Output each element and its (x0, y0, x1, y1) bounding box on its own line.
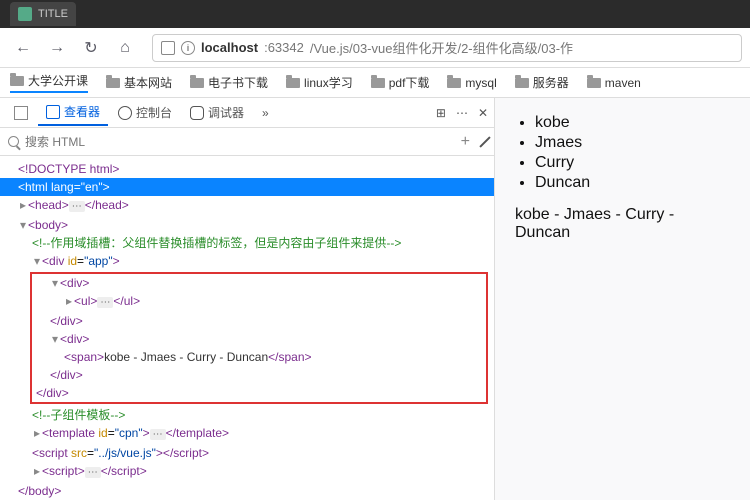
html-search-input[interactable] (25, 135, 451, 149)
element-picker-button[interactable] (6, 102, 36, 124)
dom-node[interactable]: </div> (32, 366, 486, 384)
bookmark-item[interactable]: pdf下载 (371, 74, 430, 91)
close-devtools-button[interactable]: ✕ (478, 106, 488, 120)
browser-navbar: ← → ↻ ⌂ i localhost :63342/Vue.js/03-vue组… (0, 28, 750, 68)
url-port: :63342 (264, 40, 304, 55)
list-item: Jmaes (535, 134, 730, 152)
more-tabs[interactable]: » (254, 102, 277, 124)
dom-node[interactable]: <script src="../js/vue.js"></script> (0, 444, 494, 462)
dom-node[interactable]: ▾<div> (32, 330, 486, 348)
more-menu-icon[interactable]: ⋯ (456, 106, 468, 120)
folder-icon (587, 78, 601, 88)
devtools-tab-bar: 查看器 控制台 调试器 » ⊞ ⋯ ✕ (0, 98, 494, 128)
dom-node[interactable]: </div> (32, 312, 486, 330)
forward-button[interactable]: → (42, 33, 72, 63)
dom-node[interactable]: <!DOCTYPE html> (0, 160, 494, 178)
bookmark-item[interactable]: maven (587, 76, 641, 90)
picker-icon (14, 106, 28, 120)
url-path: /Vue.js/03-vue组件化开发/2-组件化高级/03-作 (310, 38, 573, 57)
tab-console[interactable]: 控制台 (110, 100, 180, 125)
back-button[interactable]: ← (8, 33, 38, 63)
highlight-box: ▾<div> ▸<ul>⋯</ul> </div> ▾<div> <span>k… (30, 272, 488, 404)
html-search-bar: + (0, 128, 494, 156)
home-button[interactable]: ⌂ (110, 33, 140, 63)
dom-tree[interactable]: <!DOCTYPE html> <html lang="en"> ▸<head>… (0, 156, 494, 500)
dom-node[interactable]: ▾<div id="app"> (0, 252, 494, 270)
folder-icon (371, 78, 385, 88)
dom-node[interactable]: ▸<template id="cpn">⋯</template> (0, 424, 494, 444)
console-icon (118, 106, 132, 120)
inspector-icon (46, 105, 60, 119)
bookmark-item[interactable]: 电子书下载 (190, 74, 268, 91)
dom-node[interactable]: <span>kobe - Jmaes - Curry - Duncan</spa… (32, 348, 486, 366)
dom-node[interactable]: ▸<head>⋯</head> (0, 196, 494, 216)
dom-node-selected[interactable]: <html lang="en"> (0, 178, 494, 196)
responsive-icon[interactable]: ⊞ (436, 106, 446, 120)
devtools-panel: 查看器 控制台 调试器 » ⊞ ⋯ ✕ + <!DOCTYPE html> <h… (0, 98, 495, 500)
folder-icon (10, 76, 24, 86)
shield-icon (161, 41, 175, 55)
dom-node[interactable]: ▸<ul>⋯</ul> (32, 292, 486, 312)
bookmark-item[interactable]: 基本网站 (106, 74, 172, 91)
dom-node[interactable]: ▾<body> (0, 216, 494, 234)
list-item: Duncan (535, 174, 730, 192)
folder-icon (515, 78, 529, 88)
folder-icon (190, 78, 204, 88)
bookmarks-bar: 大学公开课 基本网站 电子书下载 linux学习 pdf下载 mysql 服务器… (0, 68, 750, 98)
url-host: localhost (201, 40, 258, 55)
favicon (18, 7, 32, 21)
folder-icon (286, 78, 300, 88)
tab-inspector[interactable]: 查看器 (38, 99, 108, 126)
bookmark-item[interactable]: linux学习 (286, 74, 353, 91)
add-node-button[interactable]: + (457, 133, 474, 151)
bookmark-item[interactable]: 服务器 (515, 74, 569, 91)
dom-comment[interactable]: <!--子组件模板--> (0, 406, 494, 424)
bookmark-item[interactable]: mysql (447, 76, 496, 90)
page-list: kobe Jmaes Curry Duncan (515, 114, 730, 192)
eyedropper-icon[interactable] (479, 136, 490, 147)
reload-button[interactable]: ↻ (76, 33, 106, 63)
dom-node[interactable]: ▸<script>⋯</script> (0, 462, 494, 482)
tab-title: TITLE (38, 8, 68, 20)
dom-comment[interactable]: <!--作用域插槽：父组件替换插槽的标签，但是内容由子组件来提供--> (0, 234, 494, 252)
dom-node[interactable]: </body> (0, 482, 494, 500)
address-bar[interactable]: i localhost :63342/Vue.js/03-vue组件化开发/2-组… (152, 34, 742, 62)
browser-tab[interactable]: TITLE (10, 2, 76, 26)
list-item: Curry (535, 154, 730, 172)
folder-icon (106, 78, 120, 88)
debugger-icon (190, 106, 204, 120)
info-icon: i (181, 41, 195, 55)
folder-icon (447, 78, 461, 88)
list-item: kobe (535, 114, 730, 132)
content-area: 查看器 控制台 调试器 » ⊞ ⋯ ✕ + <!DOCTYPE html> <h… (0, 98, 750, 500)
dom-node[interactable]: ▾<div> (32, 274, 486, 292)
dom-node[interactable]: </div> (32, 384, 486, 402)
tab-debugger[interactable]: 调试器 (182, 100, 252, 125)
search-icon (8, 136, 19, 147)
joined-text: kobe - Jmaes - Curry - Duncan (515, 206, 730, 242)
browser-tab-bar: TITLE (0, 0, 750, 28)
bookmark-item[interactable]: 大学公开课 (10, 72, 88, 93)
rendered-page: kobe Jmaes Curry Duncan kobe - Jmaes - C… (495, 98, 750, 500)
